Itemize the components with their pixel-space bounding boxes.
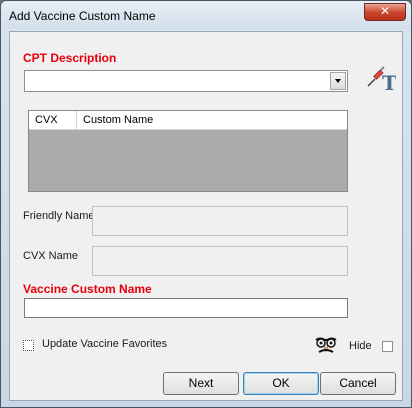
chevron-down-icon[interactable] — [330, 72, 346, 90]
vaccine-grid[interactable]: CVX Custom Name — [28, 110, 348, 192]
next-button[interactable]: Next — [163, 372, 239, 395]
dialog-window: Add Vaccine Custom Name ✕ CPT Descriptio… — [0, 0, 412, 408]
window-title: Add Vaccine Custom Name — [9, 9, 156, 23]
cancel-button[interactable]: Cancel — [320, 372, 396, 395]
cvx-name-label: CVX Name — [23, 250, 79, 262]
cpt-description-label: CPT Description — [23, 51, 117, 65]
hide-label: Hide — [349, 340, 372, 352]
syringe-text-tool-icon[interactable]: T — [366, 64, 396, 92]
vaccine-custom-name-label: Vaccine Custom Name — [23, 282, 152, 296]
cpt-description-dropdown[interactable] — [24, 70, 348, 92]
update-favorites-label: Update Vaccine Favorites — [42, 338, 168, 350]
grid-header: CVX Custom Name — [29, 111, 347, 130]
hide-checkbox[interactable] — [382, 341, 393, 352]
friendly-name-label: Friendly Name — [23, 210, 95, 222]
close-button[interactable]: ✕ — [364, 3, 406, 21]
column-header-cvx[interactable]: CVX — [29, 111, 77, 129]
column-header-custom-name[interactable]: Custom Name — [77, 111, 347, 129]
title-bar[interactable]: Add Vaccine Custom Name ✕ — [1, 1, 411, 29]
disguise-glasses-icon — [315, 337, 337, 353]
vaccine-custom-name-input[interactable] — [24, 298, 348, 318]
dialog-body: CPT Description T CVX Custom Name Friend… — [9, 31, 403, 401]
cvx-name-field — [92, 246, 348, 276]
close-icon: ✕ — [379, 4, 391, 18]
ok-button[interactable]: OK — [243, 372, 319, 395]
svg-text:T: T — [382, 71, 396, 92]
friendly-name-field — [92, 206, 348, 236]
update-favorites-checkbox[interactable] — [23, 340, 34, 351]
